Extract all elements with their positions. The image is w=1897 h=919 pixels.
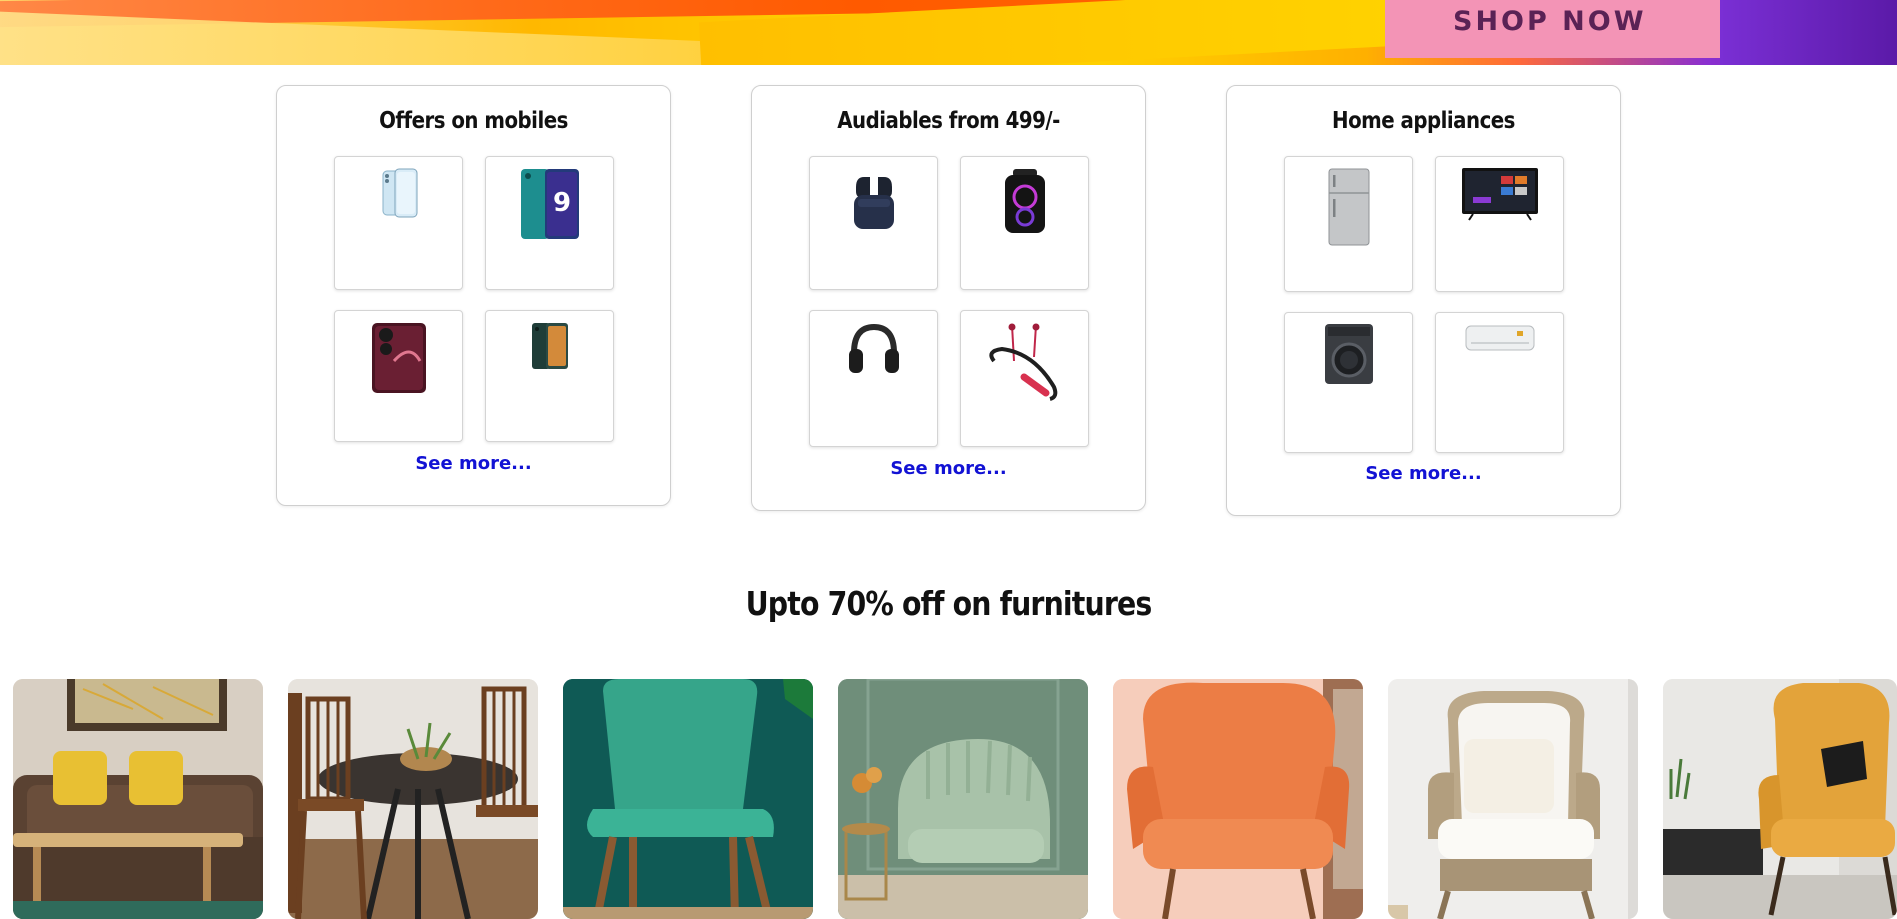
speaker-icon	[1004, 169, 1045, 233]
card-title: Audiables from 499/-	[837, 108, 1060, 134]
smartphone-teal-icon: 9	[520, 169, 579, 239]
furniture-card-orange-armchair[interactable]	[1113, 679, 1363, 919]
see-more-link[interactable]: See more...	[277, 453, 670, 474]
product-tile[interactable]	[334, 310, 463, 442]
product-tile[interactable]	[960, 156, 1089, 290]
product-tile[interactable]	[809, 156, 938, 290]
product-tile[interactable]	[1435, 156, 1564, 292]
furniture-card-yellow-armchair[interactable]	[1663, 679, 1897, 919]
orange-armchair-image	[1113, 679, 1363, 919]
product-tile[interactable]	[809, 310, 938, 447]
earbuds-icon	[853, 177, 894, 229]
product-tile[interactable]: 9	[485, 156, 614, 290]
furniture-card-dining-set[interactable]	[288, 679, 538, 919]
product-tile[interactable]	[1284, 156, 1413, 292]
svg-text:9: 9	[552, 188, 570, 218]
sofa-image	[13, 679, 263, 919]
card-title: Home appliances	[1332, 108, 1515, 134]
smartphone-light-blue-icon	[382, 168, 417, 218]
green-armchair-image	[838, 679, 1088, 919]
see-more-link[interactable]: See more...	[1227, 463, 1620, 484]
promo-banner[interactable]: SHOP NOW	[0, 0, 1897, 65]
audiables-card: Audiables from 499/- See more...	[751, 85, 1146, 511]
furniture-card-white-armchair[interactable]	[1388, 679, 1638, 919]
yellow-armchair-image	[1663, 679, 1897, 919]
shop-now-button[interactable]: SHOP NOW	[1453, 6, 1647, 37]
television-icon	[1461, 168, 1538, 221]
furniture-card-green-armchair[interactable]	[838, 679, 1088, 919]
furniture-card-teal-chair[interactable]	[563, 679, 813, 919]
washing-machine-icon	[1324, 324, 1373, 384]
card-title: Offers on mobiles	[379, 108, 568, 134]
home-appliances-card: Home appliances See more...	[1226, 85, 1621, 516]
teal-chair-image	[563, 679, 813, 919]
dining-set-image	[288, 679, 538, 919]
product-tile[interactable]	[485, 310, 614, 442]
furniture-card-sofa[interactable]	[13, 679, 263, 919]
smartphone-maroon-icon	[371, 323, 426, 393]
refrigerator-icon	[1328, 168, 1369, 246]
product-tile[interactable]	[1284, 312, 1413, 453]
banner-stripe	[1720, 0, 1897, 65]
product-tile[interactable]	[334, 156, 463, 290]
see-more-link[interactable]: See more...	[752, 458, 1145, 479]
headphones-icon	[848, 323, 899, 373]
product-tile[interactable]	[960, 310, 1089, 447]
neckband-icon	[988, 323, 1057, 401]
smartphone-dark-green-icon	[531, 323, 568, 369]
furniture-section-title: Upto 70% off on furnitures	[745, 584, 1153, 623]
air-conditioner-icon	[1465, 325, 1534, 351]
offers-on-mobiles-card: Offers on mobiles 9 See more...	[276, 85, 671, 506]
white-armchair-image	[1388, 679, 1638, 919]
product-tile[interactable]	[1435, 312, 1564, 453]
